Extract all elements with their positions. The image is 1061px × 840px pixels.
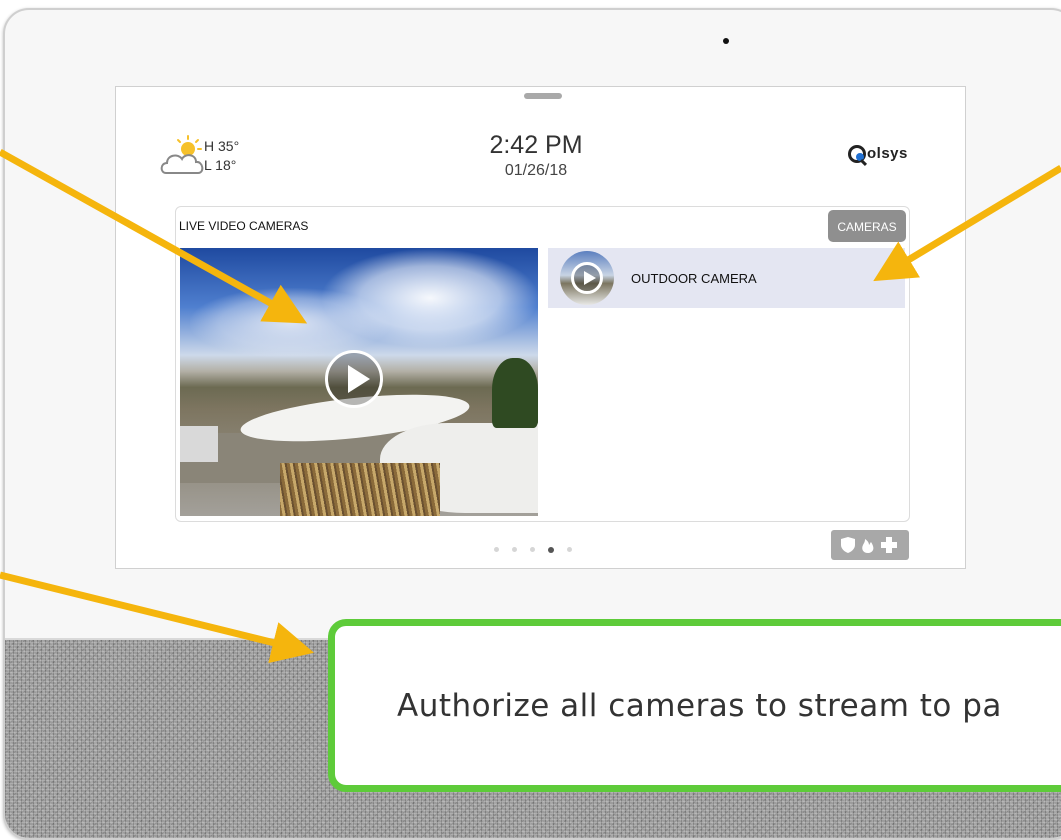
video-scene-bushes xyxy=(280,463,440,516)
medical-cross-icon xyxy=(881,537,897,553)
camera-name: OUTDOOR CAMERA xyxy=(631,271,757,286)
live-video-feed[interactable] xyxy=(180,248,538,516)
page-dot[interactable] xyxy=(512,547,517,552)
cameras-button[interactable]: CAMERAS xyxy=(828,210,906,242)
shield-icon xyxy=(841,537,855,553)
play-icon xyxy=(571,262,603,294)
temperature-low: L 18° xyxy=(204,157,237,173)
fire-icon xyxy=(862,539,874,553)
logo-q-icon xyxy=(848,145,866,163)
camera-thumbnail xyxy=(560,251,614,305)
page-dot[interactable] xyxy=(494,547,499,552)
callout-box: Authorize all cameras to stream to pa xyxy=(328,619,1061,792)
play-icon[interactable] xyxy=(325,350,383,408)
camera-list-item[interactable]: OUTDOOR CAMERA xyxy=(548,248,905,308)
touchscreen: H 35° L 18° 2:42 PM 01/26/18 olsys LIVE … xyxy=(115,86,966,569)
temperature-high: H 35° xyxy=(204,138,240,154)
weather-widget[interactable]: H 35° L 18° xyxy=(158,135,278,187)
panel-title: LIVE VIDEO CAMERAS xyxy=(179,219,309,233)
brand-name: olsys xyxy=(867,145,908,162)
front-camera-lens xyxy=(723,38,729,44)
current-time: 2:42 PM xyxy=(489,131,583,159)
video-scene-tree xyxy=(492,358,538,428)
video-scene-cloud xyxy=(190,288,390,358)
callout-text: Authorize all cameras to stream to pa xyxy=(397,688,1002,724)
live-video-cameras-panel: LIVE VIDEO CAMERAS CAMERAS OUTDOOR CAMER… xyxy=(175,206,910,522)
emergency-button[interactable] xyxy=(831,530,909,560)
page-indicator xyxy=(494,539,585,553)
page-dot-active[interactable] xyxy=(548,546,554,553)
page-dot[interactable] xyxy=(567,547,572,552)
pull-down-handle[interactable] xyxy=(524,93,562,99)
emergency-icons xyxy=(841,537,897,553)
video-scene-vehicle xyxy=(180,426,218,462)
current-date: 01/26/18 xyxy=(504,162,568,179)
clock-widget: 2:42 PM 01/26/18 xyxy=(436,131,636,180)
page-dot[interactable] xyxy=(530,547,535,552)
